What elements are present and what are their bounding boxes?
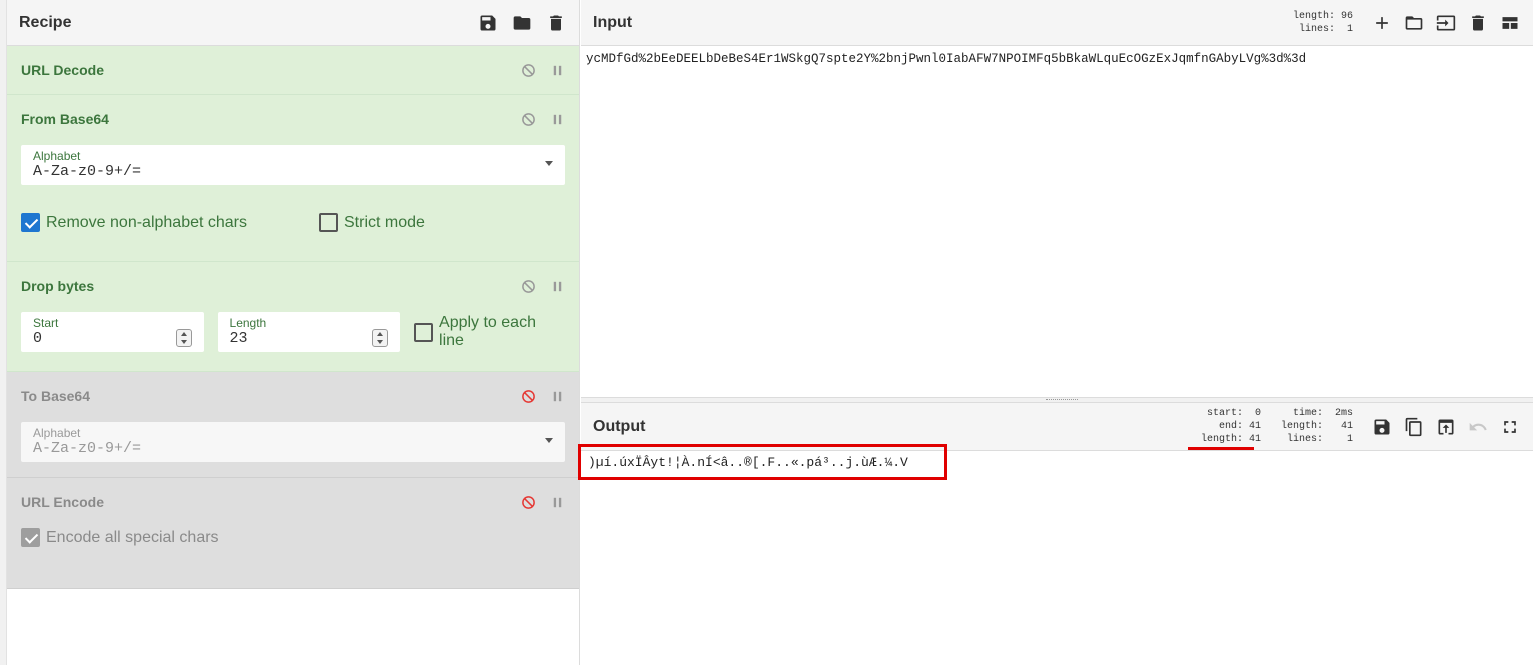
pause-icon[interactable] [550,389,565,404]
alphabet-label: Alphabet [33,426,81,440]
encode-all-checkbox[interactable]: Encode all special chars [21,528,565,547]
left-edge-strip [0,0,7,665]
operation-to-base64[interactable]: To Base64 Alphabet A-Za-z0-9+/= [7,372,579,478]
input-panel: Input length: 96 lines: 1 ycMDfGd%2bEeDE… [581,0,1533,397]
save-icon [1374,419,1390,434]
operation-name: Drop bytes [21,278,95,294]
operation-url-encode[interactable]: URL Encode Encode all special chars [7,478,579,589]
copy-icon [1405,417,1422,436]
trash-icon [550,15,562,30]
disable-icon[interactable] [521,279,536,294]
operation-name: From Base64 [21,111,109,127]
number-stepper[interactable] [175,329,192,347]
undo-button[interactable] [1467,416,1489,438]
upload-icon [1438,419,1454,434]
pause-icon[interactable] [550,495,565,510]
length-value: 23 [229,330,248,347]
pause-icon[interactable] [550,279,565,294]
chevron-down-icon [545,161,553,166]
reset-layout-button[interactable] [1499,12,1521,34]
output-selection-stats: start: 0 end: 41 length: 41 [1200,408,1261,445]
output-panel: Output start: 0 end: 41 length: 41 time:… [578,403,1533,665]
start-value: 0 [33,330,43,347]
fullscreen-icon [1504,420,1516,433]
save-icon [480,15,496,30]
input-textarea[interactable]: ycMDfGd%2bEeDEELbDeBeS4Er1WSkgQ7spte2Y%2… [581,46,1533,72]
remove-nonalpha-checkbox[interactable]: Remove non-alphabet chars [21,213,319,232]
copy-output-button[interactable] [1403,416,1425,438]
drag-handle-icon [1046,399,1078,401]
recipe-title: Recipe [19,13,72,31]
remove-nonalpha-label: Remove non-alphabet chars [46,213,248,231]
checkbox-empty-icon [414,322,434,342]
add-tab-button[interactable] [1371,12,1393,34]
operation-name: To Base64 [21,388,90,404]
output-text[interactable]: )µí.úxÏÂyt!¦À.nÍ<â..®[.F..«.pá³..j.ùÆ.¼.… [588,455,908,470]
input-title: Input [593,13,633,31]
operation-from-base64[interactable]: From Base64 Alphabet A-Za-z0-9+/= Remove… [7,95,579,262]
output-stats: time: 2ms length: 41 lines: 1 [1280,408,1353,445]
operation-url-decode[interactable]: URL Decode [7,46,579,95]
plus-icon [1376,16,1388,29]
input-stats: length: 96 lines: 1 [1292,10,1353,35]
disable-icon[interactable] [521,112,536,127]
encode-all-label: Encode all special chars [46,528,219,546]
output-title: Output [593,417,646,435]
clear-input-button[interactable] [1467,12,1489,34]
recipe-panel: Recipe URL Decode From Base64 Alphabet A… [7,0,580,665]
save-recipe-button[interactable] [477,12,499,34]
strict-mode-label: Strict mode [344,213,425,231]
checkbox-checked-icon [21,213,40,232]
alphabet-value: A-Za-z0-9+/= [33,163,142,180]
folder-outline-icon [1405,15,1423,30]
folder-icon [513,15,531,30]
apply-each-line-checkbox[interactable]: Apply to each line [414,314,565,350]
start-input[interactable]: Start 0 [21,312,204,352]
operation-drop-bytes[interactable]: Drop bytes Start 0 Length 23 Apply to ea… [7,262,579,372]
disable-icon[interactable] [521,389,536,404]
alphabet-value: A-Za-z0-9+/= [33,440,142,457]
trash-icon [1472,15,1484,30]
input-header: Input length: 96 lines: 1 [581,0,1533,46]
checkbox-empty-icon [319,213,338,232]
alphabet-label: Alphabet [33,149,81,163]
layout-icon [1502,16,1518,29]
alphabet-select[interactable]: Alphabet A-Za-z0-9+/= [21,422,565,462]
operation-name: URL Decode [21,62,104,78]
pause-icon[interactable] [550,112,565,127]
operation-name: URL Encode [21,494,104,510]
maximise-button[interactable] [1499,416,1521,438]
recipe-toolbar [477,12,567,34]
open-folder-button[interactable] [1435,12,1457,34]
checkbox-checked-icon [21,528,40,547]
load-recipe-button[interactable] [511,12,533,34]
input-icon [1436,15,1456,30]
replace-input-button[interactable] [1435,416,1457,438]
save-output-button[interactable] [1371,416,1393,438]
recipe-header: Recipe [7,0,579,46]
apply-each-line-label: Apply to each line [439,314,536,349]
chevron-down-icon [545,438,553,443]
disable-icon[interactable] [521,63,536,78]
open-file-button[interactable] [1403,12,1425,34]
length-label: Length [229,316,267,330]
highlight-underline [1188,447,1254,450]
pause-icon[interactable] [550,63,565,78]
length-input[interactable]: Length 23 [217,312,401,352]
start-label: Start [33,316,59,330]
undo-icon [1469,422,1487,430]
clear-recipe-button[interactable] [545,12,567,34]
disable-icon[interactable] [521,495,536,510]
strict-mode-checkbox[interactable]: Strict mode [319,213,425,232]
number-stepper[interactable] [372,329,389,347]
alphabet-select[interactable]: Alphabet A-Za-z0-9+/= [21,145,565,185]
